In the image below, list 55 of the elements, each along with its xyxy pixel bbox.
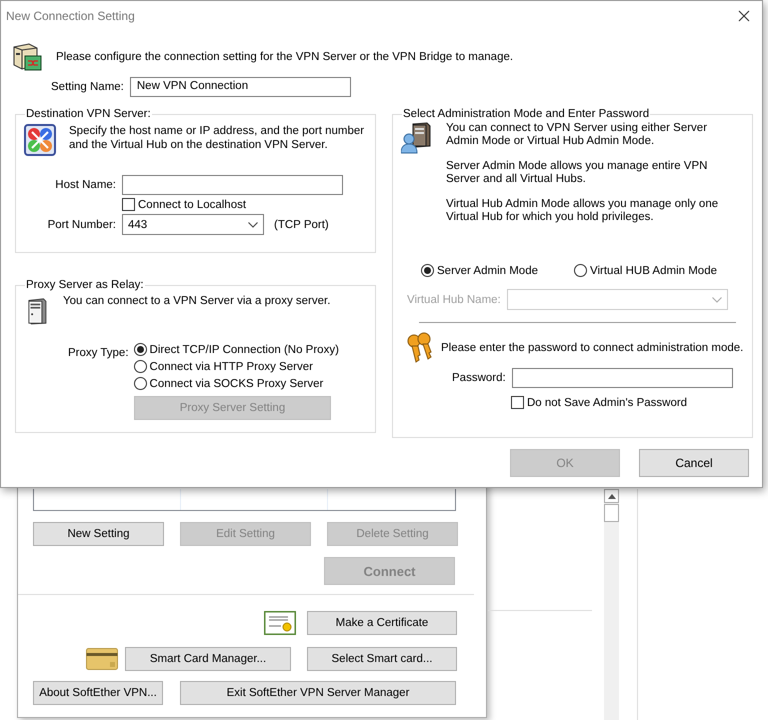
proxy-description: You can connect to a VPN Server via a proxy server. [63, 295, 330, 307]
radio-circle[interactable] [134, 343, 147, 356]
hub-icon [24, 124, 56, 156]
admin-mode-description: Server Admin Mode allows you manage entire VPN Server and all Virtual Hubs. [446, 160, 708, 186]
server-network-icon [11, 41, 43, 73]
smart-card-manager-button[interactable]: Smart Card Manager... [125, 647, 291, 671]
radio-circle[interactable] [574, 264, 587, 277]
port-number-label: Port Number: [46, 218, 116, 230]
chevron-down-icon [248, 222, 258, 228]
host-name-label: Host Name: [54, 179, 116, 191]
admin-mode-description: Virtual Hub Admin Mode allows you manage only one Virtual Hub for which you hold privileges. [446, 198, 720, 224]
admin-mode-description: You can connect to VPN Server using either Server Admin Mode or Virtual Hub Admin Mode. [446, 122, 708, 148]
admin-mode-radio[interactable]: Server Admin Mode [421, 264, 538, 277]
exit-button[interactable]: Exit SoftEther VPN Server Manager [180, 681, 456, 705]
proxy-type-radio[interactable]: Connect via SOCKS Proxy Server [134, 377, 339, 390]
dialog-button[interactable]: Cancel [639, 449, 749, 477]
scrollbar[interactable] [604, 489, 619, 720]
setting-button[interactable]: New Setting [33, 522, 164, 546]
password-field[interactable] [512, 368, 733, 388]
admin-mode-radio[interactable]: Virtual HUB Admin Mode [574, 264, 717, 277]
host-name-field[interactable] [122, 175, 343, 195]
group-title: Select Administration Mode and Enter Password [402, 108, 650, 120]
intro-text: Please configure the connection setting for the VPN Server or the VPN Bridge to manage. [56, 51, 514, 63]
proxy-type-radio[interactable]: Direct TCP/IP Connection (No Proxy) [134, 343, 339, 356]
radio-circle[interactable] [134, 360, 147, 373]
tcp-port-note: (TCP Port) [274, 218, 329, 230]
chevron-down-icon [712, 296, 722, 302]
setting-name-label: Setting Name: [51, 81, 124, 93]
scroll-up-button[interactable] [604, 489, 619, 503]
make-certificate-button[interactable]: Make a Certificate [307, 611, 457, 635]
password-prompt: Please enter the password to connect administration mode. [441, 342, 744, 354]
up-arrow-icon [608, 494, 616, 498]
proxy-type-label: Proxy Type: [68, 347, 129, 359]
smart-card-icon [86, 648, 118, 670]
user-server-icon [401, 122, 433, 154]
checkbox[interactable] [122, 198, 135, 211]
close-icon[interactable] [738, 10, 750, 22]
radio-circle[interactable] [134, 377, 147, 390]
about-button[interactable]: About SoftEther VPN... [33, 681, 163, 705]
certificate-icon [264, 611, 296, 635]
checkbox[interactable] [511, 396, 524, 409]
setting-name-field[interactable]: New VPN Connection [130, 77, 351, 97]
localhost-checkbox[interactable]: Connect to Localhost [122, 198, 246, 211]
scroll-thumb[interactable] [604, 504, 619, 522]
do-not-save-checkbox[interactable]: Do not Save Admin's Password [511, 396, 744, 409]
port-number-dropdown[interactable]: 443 [122, 214, 264, 235]
proxy-type-radio[interactable]: Connect via HTTP Proxy Server [134, 360, 339, 373]
group-title: Destination VPN Server: [25, 108, 152, 120]
password-label: Password: [452, 372, 506, 384]
group-title: Proxy Server as Relay: [25, 279, 145, 291]
destination-description: Specify the host name or IP address, and the port number and the Virtual Hub on the destination VPN Server. [69, 124, 366, 152]
radio-circle[interactable] [421, 264, 434, 277]
select-smart-card-button[interactable]: Select Smart card... [307, 647, 457, 671]
window-title: New Connection Setting [6, 9, 135, 23]
virtual-hub-name-label: Virtual Hub Name: [407, 294, 501, 306]
